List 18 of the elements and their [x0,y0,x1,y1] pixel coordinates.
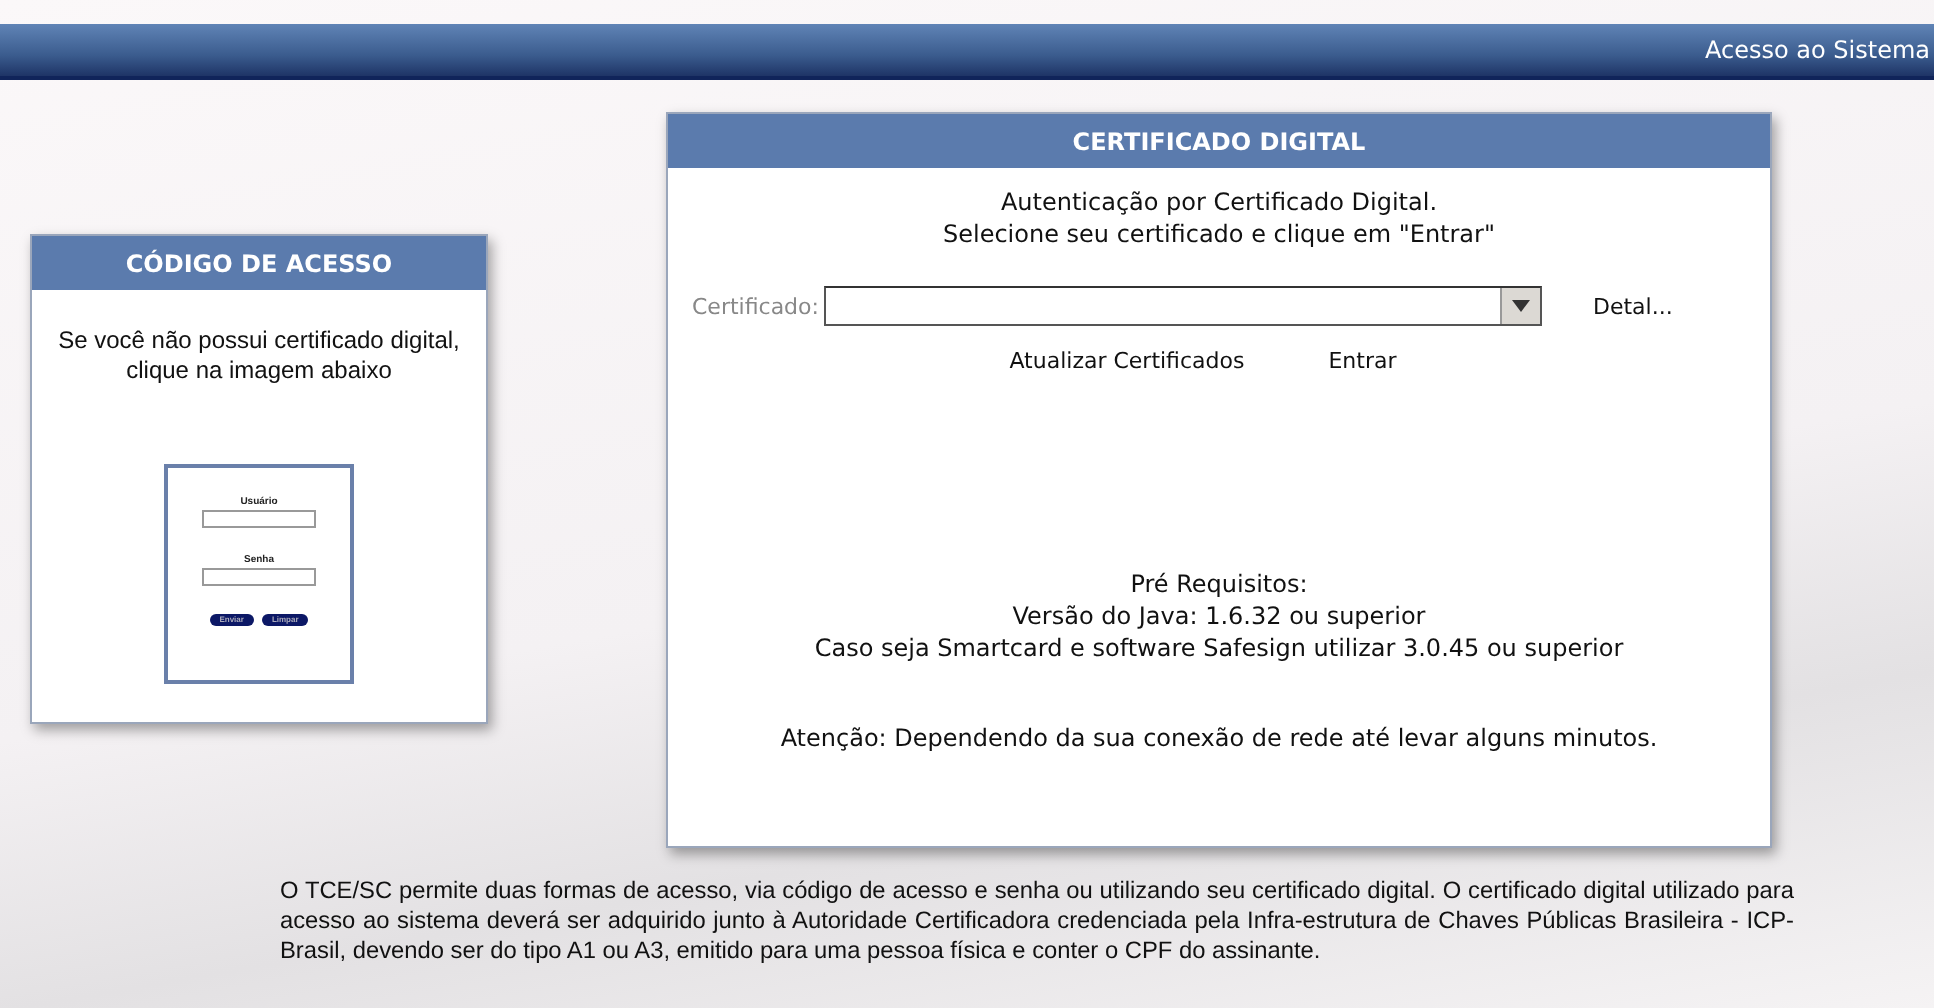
action-link[interactable]: Atualizar Certificados [1009,348,1245,374]
password-field [202,568,316,586]
requirement-text: Caso seja Smartcard e software Safesign utilizar 3.0.45 ou superior [814,632,1624,664]
certificate-dropdown[interactable] [824,286,1543,326]
details-link[interactable]: Detal... [1592,293,1673,319]
notice-text: Atenção: Dependendo da sua conexão de rede até levar alguns minutos. [780,724,1658,752]
user-field [202,510,316,528]
info-paragraph: O TCE/SC permite duas formas de acesso, via código de acesso e senha ou utilizando seu certificado digital. O certificado digital utilizado para acesso ao sistema deverá ser adquirido junto à Autoridade Certificadora credenciada pela Infra-estrutura de Chaves Públicas Brasileira - ICP-Brasil, devendo ser do tipo A1 ou A3, emitido para uma pessoa física e conter o CPF do assinante. [280,876,1794,966]
instruction-text: Se você não possui certificado digital, clique na imagem abaixo [56,324,462,386]
requirement-text: Versão do Java: 1.6.32 ou superior [1010,600,1428,632]
certificate-label: Certificado: [692,293,819,319]
card-title: CERTIFICADO DIGITAL [668,114,1770,168]
intro-text: Selecione seu certificado e clique em "Entrar" [942,218,1495,250]
action-link[interactable]: Entrar [1328,348,1397,374]
card-title: CÓDIGO DE ACESSO [32,236,486,290]
header-title: Acesso ao Sistema [1705,36,1932,64]
intro-text: Autenticação por Certificado Digital. [998,186,1440,218]
requirement-text: Pré Requisitos: [1128,568,1310,600]
